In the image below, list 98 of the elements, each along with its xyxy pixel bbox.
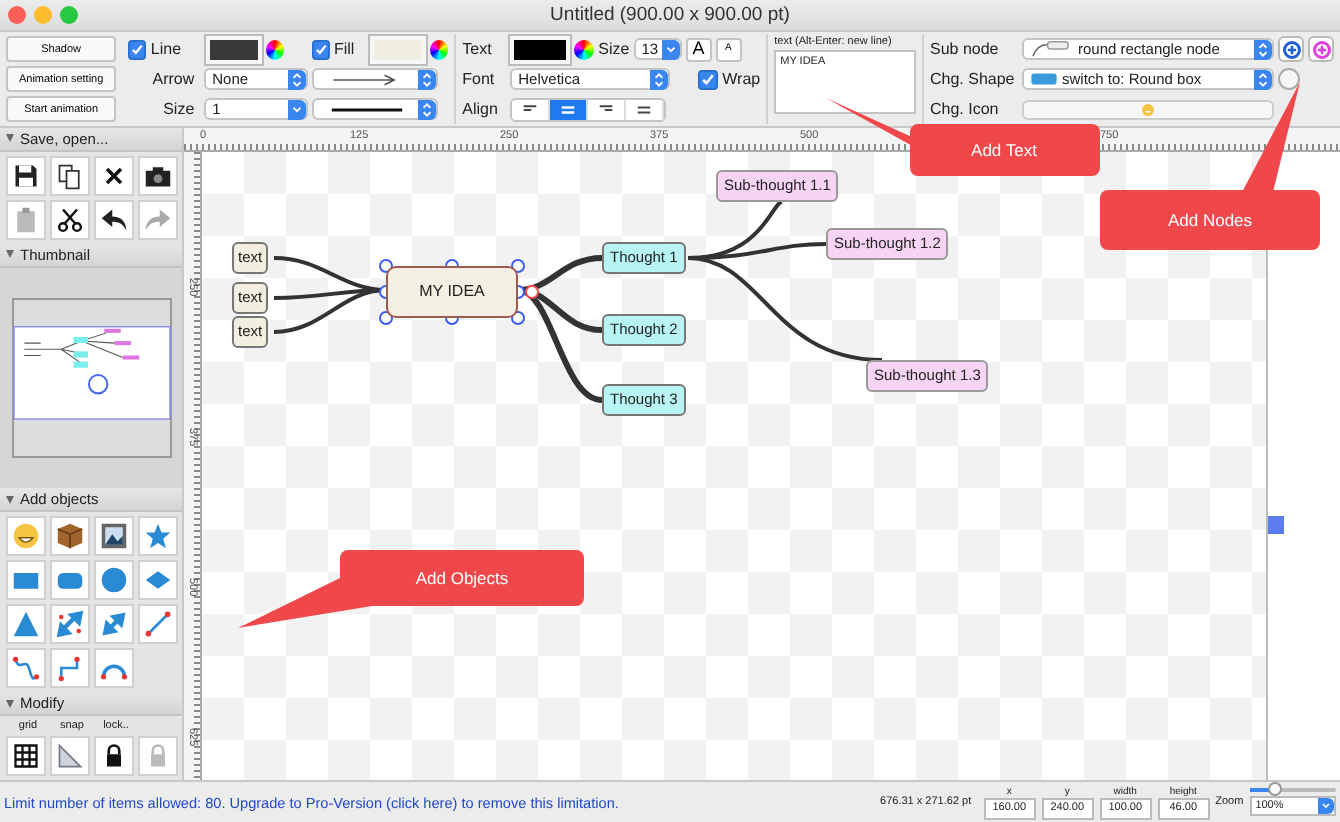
change-shape-label: Chg. Shape [930,70,1017,88]
stepper-icon [418,69,437,89]
curve-icon [12,654,40,683]
stepper-icon [662,39,681,59]
snapshot-button[interactable] [138,155,178,196]
line-checkbox[interactable] [128,39,147,59]
change-icon-label: Chg. Icon [930,100,1001,118]
triangle-icon [12,610,40,639]
align-button[interactable] [550,99,589,119]
triangle-button[interactable] [6,604,46,645]
stepper-icon [1318,798,1334,814]
clipboard-icon [12,205,40,234]
align-button[interactable] [512,99,551,119]
stepper-icon [1254,39,1272,59]
grid-button[interactable] [6,736,46,776]
smiley-button[interactable] [6,516,46,557]
double-arrow-button[interactable] [50,604,90,645]
stepper-icon [418,99,437,119]
window-title: Untitled (900.00 x 900.00 pt) [550,4,790,26]
add-node-button[interactable] [1278,36,1304,62]
wrap-checkbox[interactable] [698,69,719,89]
larger-text-button[interactable]: A [685,37,712,61]
double-arrow-button[interactable] [94,604,134,645]
fill-color-swatch[interactable] [370,35,427,63]
undo-button[interactable] [94,199,134,240]
color-wheel-icon[interactable] [265,39,284,59]
line-icon [144,610,172,639]
color-wheel-icon[interactable] [574,39,595,59]
arc-button[interactable] [94,648,134,689]
main-idea-node[interactable]: MY IDEA [386,266,518,318]
text-color-label: Text [462,40,494,58]
line-color-swatch[interactable] [205,35,262,63]
fill-checkbox[interactable] [311,39,330,59]
callout-text: Add Nodes [1167,210,1253,230]
line-button[interactable] [138,604,178,645]
lock-button[interactable] [94,736,134,776]
fill-label: Fill [333,40,357,58]
wrap-label: Wrap [722,70,761,88]
double-arrow-icon [100,610,128,639]
align-button[interactable] [626,99,665,119]
smiley-icon [12,522,40,551]
save-button[interactable] [6,155,46,196]
arrow-style-select[interactable] [312,68,439,90]
rounded-rectangle-icon [1030,70,1058,88]
disclosure-icon [6,699,14,708]
arrow-label: Arrow [150,70,197,88]
color-wheel-icon[interactable] [430,39,449,59]
node-shape-icon [1030,40,1074,58]
disclosure-icon [6,134,14,143]
add-node-button[interactable] [1308,36,1334,62]
grid-icon [12,742,40,770]
stepper-icon [288,69,307,89]
delete-button[interactable] [94,155,134,196]
callout-text: Add Objects [415,568,509,588]
sub-node-label: Sub node [930,40,1001,58]
slider-thumb[interactable] [1267,782,1282,796]
circle-button[interactable] [94,560,134,601]
smiley-icon [1140,101,1156,117]
font-label: Font [462,70,497,88]
round-button[interactable] [1278,68,1300,90]
elbow-line-icon [56,654,84,683]
box-button[interactable] [50,516,90,557]
align-button[interactable] [588,99,627,119]
image-button[interactable] [94,516,134,557]
copy-button[interactable] [50,155,90,196]
disclosure-icon [6,250,14,259]
snap-button[interactable] [50,736,90,776]
text-color-swatch[interactable] [510,35,571,63]
undo-icon [100,205,128,234]
camera-icon [144,161,172,190]
redo-icon [144,205,172,234]
cut-button[interactable] [50,199,90,240]
stepper-icon [650,69,669,89]
disclosure-icon [6,495,14,504]
line-label: Line [150,40,184,58]
star-button[interactable] [138,516,178,557]
plus-icon [1281,39,1301,59]
rectangle-button[interactable] [6,560,46,601]
star-icon [144,522,172,551]
image-icon [100,522,128,551]
size-label: Size [161,100,197,118]
box-icon [56,522,84,551]
documents-icon [56,161,84,190]
diamond-button[interactable] [138,560,178,601]
font-size-label: Size [598,40,630,58]
stepper-icon [288,99,307,119]
plus-icon [1311,39,1331,59]
line-style-select[interactable] [312,98,439,120]
curve-button[interactable] [6,648,46,689]
scissors-icon [56,205,84,234]
marker-icon[interactable] [1268,516,1284,534]
circle-icon [100,566,128,595]
rounded-rectangle-button[interactable] [50,560,90,601]
align-label: Align [462,100,500,118]
close-window-button[interactable] [8,6,26,24]
stepper-icon [1254,69,1272,89]
elbow-line-button[interactable] [50,648,90,689]
double-arrow-icon [56,610,84,639]
